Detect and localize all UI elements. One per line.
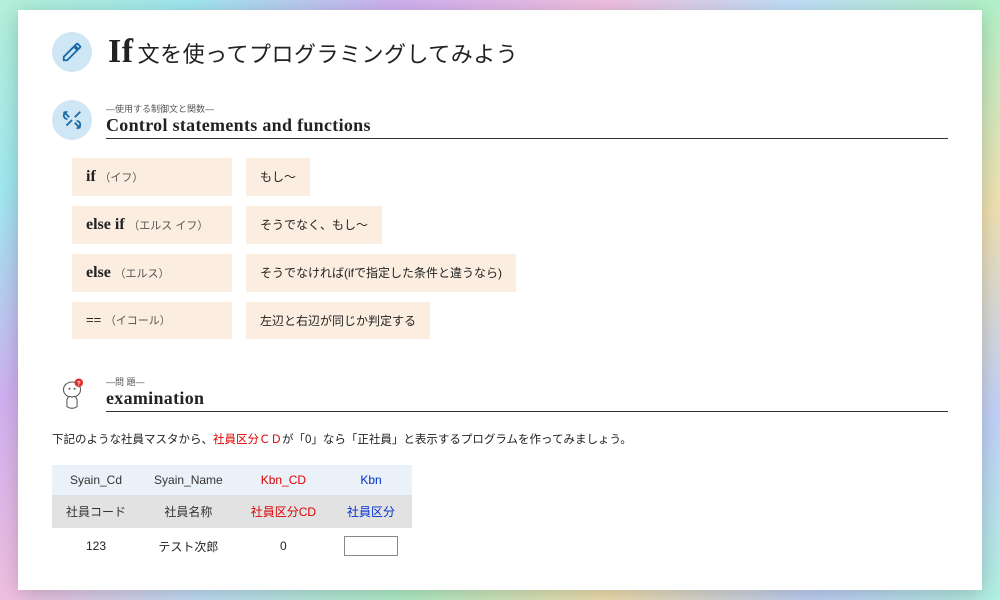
exam-text-red: 社員区分ＣＤ xyxy=(213,434,282,446)
syain-table: Syain_Cd Syain_Name Kbn_CD Kbn 社員コード 社員名… xyxy=(52,465,412,564)
col-syain-cd-jp: 社員コード xyxy=(52,495,140,528)
table-row: 123 テスト次郎 0 xyxy=(52,528,412,564)
definition-table: if （イフ） もし～ else if （エルス イフ） そうでなく、もし～ e… xyxy=(72,158,948,339)
cell-code: 123 xyxy=(52,528,140,564)
cell-kbn xyxy=(330,528,412,564)
title-rest: 文を使ってプログラミングしてみよう xyxy=(138,37,519,69)
def-keyword: == xyxy=(86,312,101,327)
col-syain-name-jp: 社員名称 xyxy=(140,495,237,528)
def-row: else if （エルス イフ） そうでなく、もし～ xyxy=(72,206,948,244)
def-keyword: else if xyxy=(86,216,125,233)
page-title: If 文を使ってプログラミングしてみよう xyxy=(108,33,518,71)
def-reading: （エルス） xyxy=(115,268,170,280)
title-if: If xyxy=(108,33,134,71)
section-control-main: Control statements and functions xyxy=(106,115,948,136)
def-term: else if （エルス イフ） xyxy=(72,206,232,244)
def-keyword: else xyxy=(86,264,111,281)
section-control-titles: ―使用する制御文と関数― Control statements and func… xyxy=(106,102,948,139)
def-term: if （イフ） xyxy=(72,158,232,196)
svg-text:?: ? xyxy=(77,381,81,387)
def-row: if （イフ） もし～ xyxy=(72,158,948,196)
section-control-head: ―使用する制御文と関数― Control statements and func… xyxy=(52,100,948,140)
col-kbn: Kbn xyxy=(330,465,412,495)
cell-name: テスト次郎 xyxy=(140,528,237,564)
section-exam-titles: ―問 題― examination xyxy=(106,375,948,412)
tools-icon xyxy=(52,100,92,140)
section-exam-sub: ―問 題― xyxy=(106,375,948,388)
section-exam-main: examination xyxy=(106,388,948,409)
exam-text-post: が「0」なら「正社員」と表示するプログラムを作ってみましょう。 xyxy=(282,434,632,446)
def-term: == （イコール） xyxy=(72,302,232,339)
def-desc: 左辺と右辺が同じか判定する xyxy=(246,302,430,339)
col-kbn-jp: 社員区分 xyxy=(330,495,412,528)
def-desc: そうでなければ(ifで指定した条件と違うなら) xyxy=(246,254,516,292)
def-reading: （イコール） xyxy=(105,315,171,327)
section-control-sub: ―使用する制御文と関数― xyxy=(106,102,948,115)
def-term: else （エルス） xyxy=(72,254,232,292)
def-reading: （エルス イフ） xyxy=(128,220,208,232)
col-kbn-cd-jp: 社員区分CD xyxy=(237,495,330,528)
col-kbn-cd: Kbn_CD xyxy=(237,465,330,495)
pencil-icon xyxy=(52,32,92,72)
def-desc: そうでなく、もし～ xyxy=(246,206,382,244)
section-exam-head: ? ―問 題― examination xyxy=(52,373,948,413)
col-syain-name: Syain_Name xyxy=(140,465,237,495)
def-reading: （イフ） xyxy=(99,172,143,184)
def-row: == （イコール） 左辺と右辺が同じか判定する xyxy=(72,302,948,339)
exam-description: 下記のような社員マスタから、社員区分ＣＤが「0」なら「正社員」と表示するプログラ… xyxy=(52,431,948,447)
exam-text-pre: 下記のような社員マスタから、 xyxy=(52,434,213,446)
question-icon: ? xyxy=(52,373,92,413)
cell-kbncd: 0 xyxy=(237,528,330,564)
content-card: If 文を使ってプログラミングしてみよう ―使用する制御文と関数― Contro… xyxy=(18,10,982,590)
title-row: If 文を使ってプログラミングしてみよう xyxy=(52,32,948,72)
table-header-en: Syain_Cd Syain_Name Kbn_CD Kbn xyxy=(52,465,412,495)
kbn-input[interactable] xyxy=(344,536,398,556)
def-row: else （エルス） そうでなければ(ifで指定した条件と違うなら) xyxy=(72,254,948,292)
def-keyword: if xyxy=(86,168,96,185)
col-syain-cd: Syain_Cd xyxy=(52,465,140,495)
table-header-jp: 社員コード 社員名称 社員区分CD 社員区分 xyxy=(52,495,412,528)
def-desc: もし～ xyxy=(246,158,310,196)
